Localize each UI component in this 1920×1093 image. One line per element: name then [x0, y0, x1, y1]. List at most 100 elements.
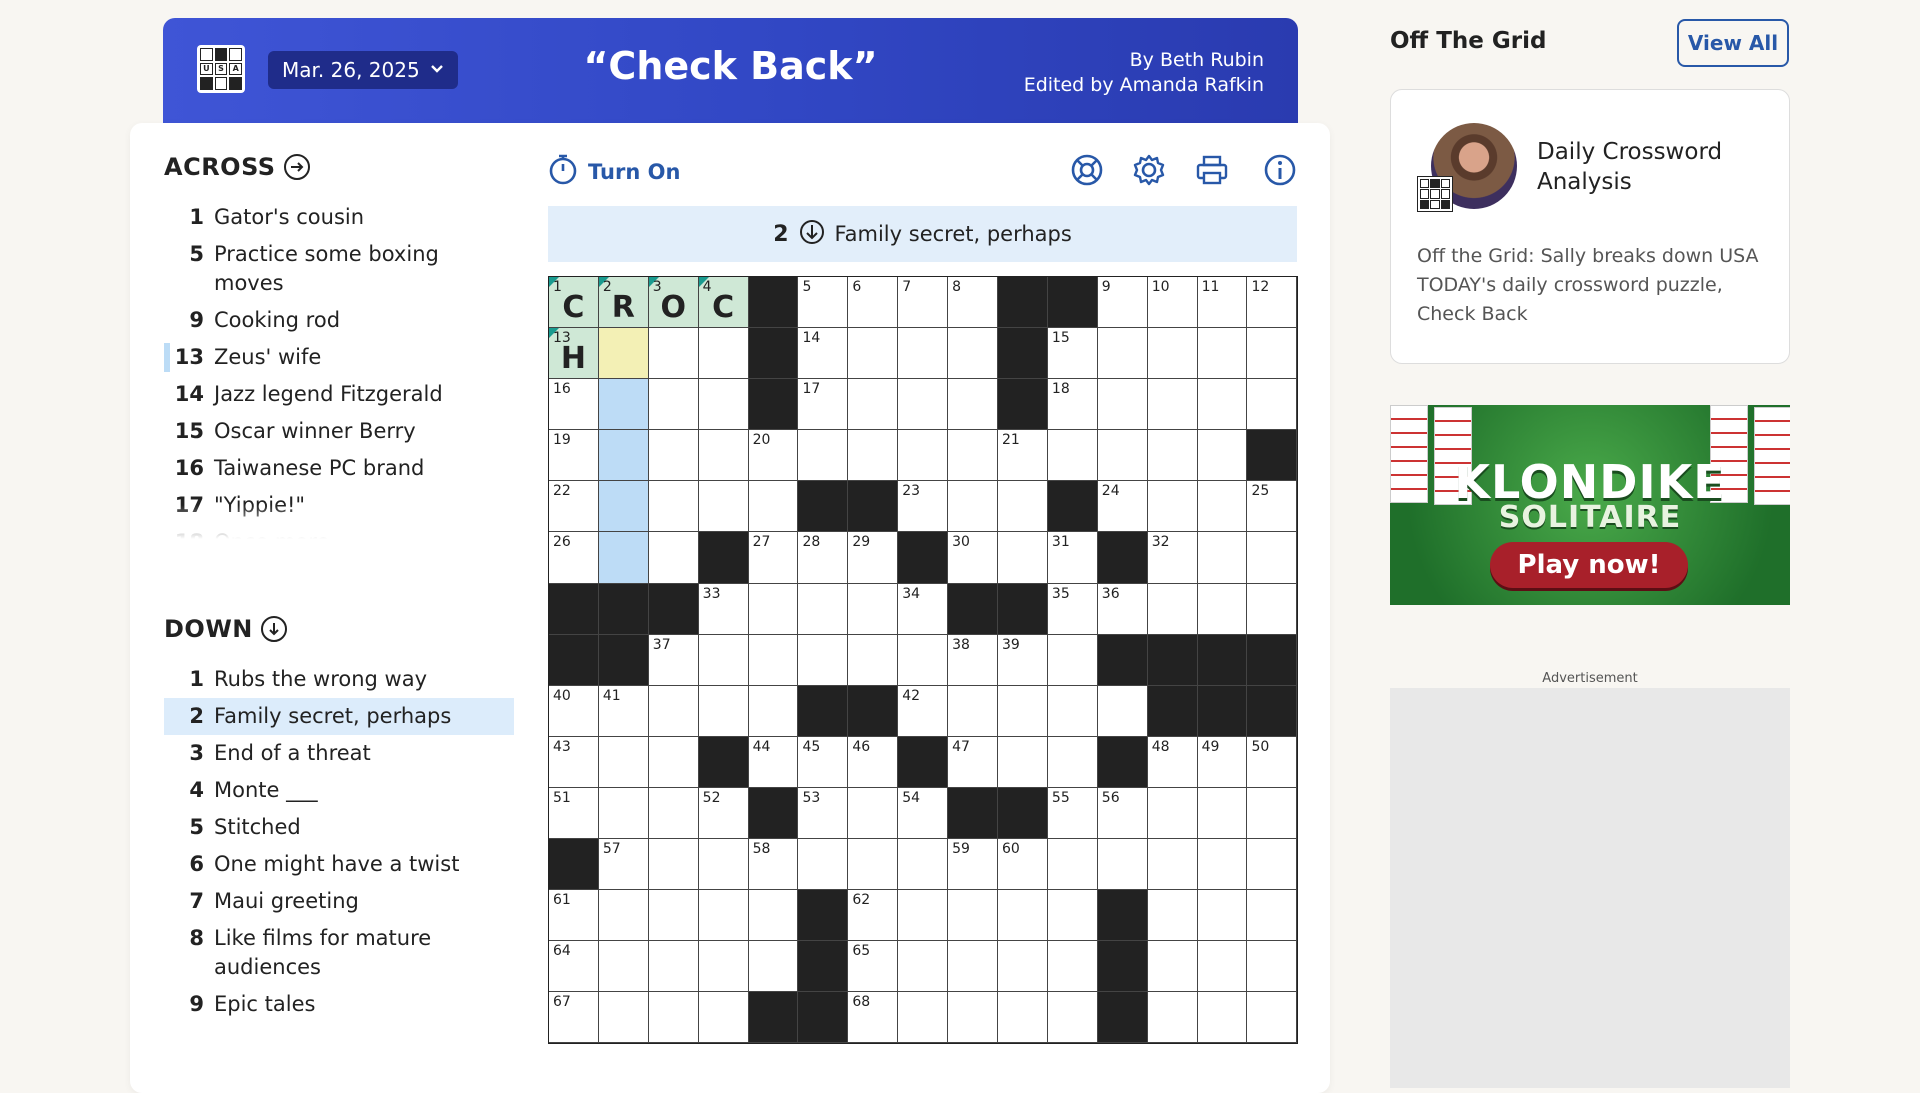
- grid-cell[interactable]: [1147, 890, 1198, 942]
- grid-cell[interactable]: [698, 481, 749, 533]
- grid-cell[interactable]: 48: [1147, 736, 1198, 788]
- grid-cell[interactable]: [648, 941, 699, 993]
- grid-cell[interactable]: 44: [748, 736, 799, 788]
- grid-cell[interactable]: [748, 583, 799, 635]
- grid-cell[interactable]: [598, 890, 649, 942]
- grid-cell[interactable]: 18: [1047, 379, 1098, 431]
- grid-cell[interactable]: [698, 379, 749, 431]
- clue-across-15[interactable]: 15 Oscar winner Berry: [164, 413, 514, 450]
- grid-cell[interactable]: [948, 481, 999, 533]
- grid-cell[interactable]: [648, 787, 699, 840]
- grid-cell[interactable]: [898, 992, 949, 1044]
- clue-across-18[interactable]: 18 Once more: [164, 524, 514, 539]
- grid-cell[interactable]: [598, 941, 649, 993]
- grid-cell[interactable]: [1197, 430, 1248, 482]
- grid-cell[interactable]: [948, 890, 999, 942]
- grid-cell[interactable]: [1247, 890, 1298, 942]
- grid-cell[interactable]: 7: [898, 277, 949, 329]
- grid-cell[interactable]: 47: [948, 736, 999, 788]
- grid-cell[interactable]: [698, 890, 749, 942]
- grid-cell[interactable]: [648, 992, 699, 1044]
- grid-cell[interactable]: 38: [948, 634, 999, 686]
- grid-cell[interactable]: 56: [1097, 787, 1148, 840]
- grid-cell[interactable]: 12: [1247, 277, 1298, 329]
- clue-down-4[interactable]: 4 Monte ___: [164, 772, 514, 809]
- grid-cell[interactable]: [1097, 379, 1148, 431]
- grid-cell[interactable]: [1147, 430, 1198, 482]
- grid-cell[interactable]: [1097, 685, 1148, 737]
- grid-cell[interactable]: [648, 736, 699, 788]
- across-clue-list[interactable]: 1 Gator's cousin 5 Practice some boxing mov…: [164, 199, 514, 539]
- grid-cell[interactable]: [598, 992, 649, 1044]
- clue-down-1[interactable]: 1 Rubs the wrong way: [164, 661, 514, 698]
- grid-cell[interactable]: [948, 328, 999, 380]
- grid-cell[interactable]: [798, 839, 849, 891]
- grid-cell[interactable]: [1047, 634, 1098, 686]
- clue-across-5[interactable]: 5 Practice some boxing moves: [164, 236, 514, 302]
- grid-cell[interactable]: [698, 941, 749, 993]
- clue-down-6[interactable]: 6 One might have a twist: [164, 846, 514, 883]
- grid-cell[interactable]: [998, 481, 1048, 533]
- grid-cell[interactable]: [998, 992, 1048, 1044]
- grid-cell[interactable]: [898, 328, 949, 380]
- grid-cell[interactable]: [1247, 583, 1298, 635]
- grid-cell[interactable]: 21: [998, 430, 1048, 482]
- clue-across-14[interactable]: 14 Jazz legend Fitzgerald: [164, 376, 514, 413]
- grid-cell[interactable]: [698, 634, 749, 686]
- grid-cell[interactable]: 17: [798, 379, 849, 431]
- grid-cell[interactable]: 54: [898, 787, 949, 840]
- grid-cell[interactable]: [1197, 532, 1248, 584]
- grid-cell[interactable]: [748, 634, 799, 686]
- grid-cell[interactable]: 33: [698, 583, 749, 635]
- grid-cell[interactable]: [1097, 839, 1148, 891]
- view-all-button[interactable]: View All: [1677, 19, 1789, 67]
- grid-cell[interactable]: 26: [549, 532, 599, 584]
- grid-cell[interactable]: [1047, 736, 1098, 788]
- grid-cell[interactable]: [948, 992, 999, 1044]
- klondike-ad[interactable]: KLONDIKE SOLITAIRE Play now!: [1390, 405, 1790, 605]
- grid-cell[interactable]: [1097, 430, 1148, 482]
- grid-cell[interactable]: [1147, 328, 1198, 380]
- grid-cell[interactable]: [648, 890, 699, 942]
- grid-cell[interactable]: 59: [948, 839, 999, 891]
- grid-cell[interactable]: 19: [549, 430, 599, 482]
- grid-cell[interactable]: [1197, 839, 1248, 891]
- grid-cell[interactable]: [598, 787, 649, 840]
- grid-cell[interactable]: 46: [848, 736, 899, 788]
- grid-cell[interactable]: 41: [598, 685, 649, 737]
- grid-cell[interactable]: [948, 941, 999, 993]
- grid-cell[interactable]: 35: [1047, 583, 1098, 635]
- grid-cell[interactable]: 15: [1047, 328, 1098, 380]
- grid-cell[interactable]: 34: [898, 583, 949, 635]
- crossword-grid[interactable]: 1 C 2 R 3 O 4 C 5 6 7 8 9 10 11 12 13 H 14 15 16 17 18 19 20 21 22…: [548, 276, 1299, 1045]
- clue-across-16[interactable]: 16 Taiwanese PC brand: [164, 450, 514, 487]
- grid-cell[interactable]: 24: [1097, 481, 1148, 533]
- grid-cell[interactable]: 23: [898, 481, 949, 533]
- grid-cell[interactable]: 62: [848, 890, 899, 942]
- grid-cell[interactable]: 61: [549, 890, 599, 942]
- grid-cell[interactable]: 1C: [549, 277, 599, 329]
- grid-cell[interactable]: [598, 430, 649, 482]
- grid-cell[interactable]: 68: [848, 992, 899, 1044]
- grid-cell[interactable]: [598, 736, 649, 788]
- grid-cell[interactable]: 52: [698, 787, 749, 840]
- grid-cell[interactable]: 28: [798, 532, 849, 584]
- grid-cell[interactable]: [648, 379, 699, 431]
- grid-cell[interactable]: [698, 685, 749, 737]
- grid-cell[interactable]: 8: [948, 277, 999, 329]
- grid-cell[interactable]: 36: [1097, 583, 1148, 635]
- grid-cell[interactable]: 29: [848, 532, 899, 584]
- grid-cell[interactable]: [948, 379, 999, 431]
- info-icon[interactable]: [1263, 153, 1297, 187]
- grid-cell[interactable]: [1047, 430, 1098, 482]
- settings-icon[interactable]: [1132, 153, 1166, 187]
- help-icon[interactable]: [1070, 153, 1104, 187]
- down-clue-list[interactable]: 1 Rubs the wrong way 2 Family secret, perha…: [164, 661, 514, 1061]
- grid-cell[interactable]: [598, 481, 649, 533]
- grid-cell[interactable]: 30: [948, 532, 999, 584]
- grid-cell[interactable]: [1247, 532, 1298, 584]
- grid-cell[interactable]: [1247, 839, 1298, 891]
- grid-cell[interactable]: [598, 379, 649, 431]
- grid-cell[interactable]: [1147, 481, 1198, 533]
- daily-analysis-card[interactable]: Daily Crossword Analysis Off the Grid: S…: [1390, 89, 1790, 364]
